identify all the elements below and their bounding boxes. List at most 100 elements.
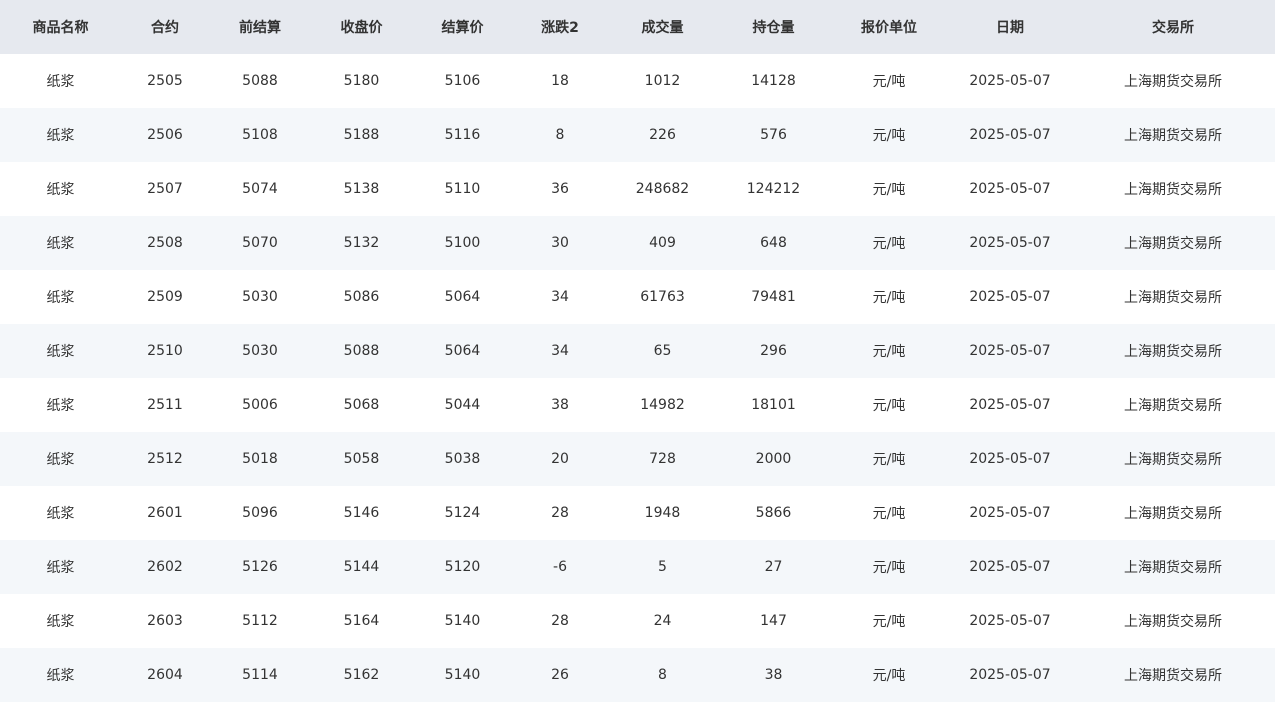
cell-unit: 元/吨 (829, 540, 949, 594)
cell-prev-settle: 5126 (209, 540, 311, 594)
cell-unit: 元/吨 (829, 648, 949, 702)
cell-exchange: 上海期货交易所 (1071, 594, 1275, 648)
cell-close: 5058 (311, 432, 412, 486)
table-row[interactable]: 纸浆 2511 5006 5068 5044 38 14982 18101 元/吨 2025-05… (0, 378, 1275, 432)
cell-change: 38 (513, 378, 607, 432)
cell-unit: 元/吨 (829, 594, 949, 648)
table-row[interactable]: 纸浆 2604 5114 5162 5140 26 8 38 元/吨 2025-05-07 上海期货… (0, 648, 1275, 702)
cell-date: 2025-05-07 (949, 594, 1071, 648)
cell-open-interest: 576 (718, 108, 829, 162)
cell-change: 36 (513, 162, 607, 216)
header-settle[interactable]: 结算价 (412, 0, 513, 54)
cell-date: 2025-05-07 (949, 648, 1071, 702)
cell-volume: 65 (607, 324, 718, 378)
cell-name: 纸浆 (0, 54, 121, 108)
cell-settle: 5110 (412, 162, 513, 216)
cell-settle: 5064 (412, 270, 513, 324)
cell-close: 5132 (311, 216, 412, 270)
table-row[interactable]: 纸浆 2602 5126 5144 5120 -6 5 27 元/吨 2025-05-07 上海期货… (0, 540, 1275, 594)
cell-volume: 8 (607, 648, 718, 702)
table-row[interactable]: 纸浆 2510 5030 5088 5064 34 65 296 元/吨 2025-05-07 上海… (0, 324, 1275, 378)
cell-open-interest: 147 (718, 594, 829, 648)
cell-contract: 2512 (121, 432, 209, 486)
header-contract[interactable]: 合约 (121, 0, 209, 54)
table-row[interactable]: 纸浆 2601 5096 5146 5124 28 1948 5866 元/吨 2025-05-0… (0, 486, 1275, 540)
cell-exchange: 上海期货交易所 (1071, 324, 1275, 378)
cell-unit: 元/吨 (829, 216, 949, 270)
cell-settle: 5140 (412, 594, 513, 648)
cell-settle: 5038 (412, 432, 513, 486)
cell-contract: 2604 (121, 648, 209, 702)
table-header: 商品名称 合约 前结算 收盘价 结算价 涨跌2 成交量 持仓量 报价单位 日期 … (0, 0, 1275, 54)
cell-open-interest: 296 (718, 324, 829, 378)
table-row[interactable]: 纸浆 2505 5088 5180 5106 18 1012 14128 元/吨 2025-05-… (0, 54, 1275, 108)
cell-prev-settle: 5070 (209, 216, 311, 270)
cell-contract: 2603 (121, 594, 209, 648)
cell-prev-settle: 5088 (209, 54, 311, 108)
cell-close: 5180 (311, 54, 412, 108)
futures-quote-table: 商品名称 合约 前结算 收盘价 结算价 涨跌2 成交量 持仓量 报价单位 日期 … (0, 0, 1275, 702)
cell-change: -6 (513, 540, 607, 594)
cell-name: 纸浆 (0, 648, 121, 702)
header-prev-settle[interactable]: 前结算 (209, 0, 311, 54)
header-change[interactable]: 涨跌2 (513, 0, 607, 54)
cell-date: 2025-05-07 (949, 324, 1071, 378)
table-row[interactable]: 纸浆 2507 5074 5138 5110 36 248682 124212 元/吨 2025-… (0, 162, 1275, 216)
cell-prev-settle: 5108 (209, 108, 311, 162)
cell-prev-settle: 5112 (209, 594, 311, 648)
cell-change: 8 (513, 108, 607, 162)
cell-name: 纸浆 (0, 108, 121, 162)
cell-exchange: 上海期货交易所 (1071, 648, 1275, 702)
cell-exchange: 上海期货交易所 (1071, 216, 1275, 270)
cell-open-interest: 27 (718, 540, 829, 594)
cell-volume: 248682 (607, 162, 718, 216)
cell-change: 30 (513, 216, 607, 270)
cell-close: 5138 (311, 162, 412, 216)
table-row[interactable]: 纸浆 2603 5112 5164 5140 28 24 147 元/吨 2025-05-07 上海… (0, 594, 1275, 648)
cell-prev-settle: 5114 (209, 648, 311, 702)
table-row[interactable]: 纸浆 2509 5030 5086 5064 34 61763 79481 元/吨 2025-05… (0, 270, 1275, 324)
cell-prev-settle: 5074 (209, 162, 311, 216)
cell-open-interest: 124212 (718, 162, 829, 216)
header-unit[interactable]: 报价单位 (829, 0, 949, 54)
cell-contract: 2601 (121, 486, 209, 540)
cell-close: 5068 (311, 378, 412, 432)
cell-change: 18 (513, 54, 607, 108)
cell-exchange: 上海期货交易所 (1071, 486, 1275, 540)
cell-prev-settle: 5018 (209, 432, 311, 486)
cell-exchange: 上海期货交易所 (1071, 540, 1275, 594)
table-row[interactable]: 纸浆 2512 5018 5058 5038 20 728 2000 元/吨 2025-05-07… (0, 432, 1275, 486)
cell-exchange: 上海期货交易所 (1071, 54, 1275, 108)
header-date[interactable]: 日期 (949, 0, 1071, 54)
cell-date: 2025-05-07 (949, 432, 1071, 486)
cell-unit: 元/吨 (829, 54, 949, 108)
cell-volume: 14982 (607, 378, 718, 432)
cell-prev-settle: 5030 (209, 324, 311, 378)
cell-prev-settle: 5030 (209, 270, 311, 324)
header-open-interest[interactable]: 持仓量 (718, 0, 829, 54)
cell-open-interest: 18101 (718, 378, 829, 432)
cell-settle: 5044 (412, 378, 513, 432)
cell-contract: 2505 (121, 54, 209, 108)
table-row[interactable]: 纸浆 2506 5108 5188 5116 8 226 576 元/吨 2025-05-07 上海… (0, 108, 1275, 162)
header-volume[interactable]: 成交量 (607, 0, 718, 54)
cell-volume: 728 (607, 432, 718, 486)
cell-change: 20 (513, 432, 607, 486)
cell-volume: 1012 (607, 54, 718, 108)
header-close[interactable]: 收盘价 (311, 0, 412, 54)
cell-close: 5088 (311, 324, 412, 378)
cell-open-interest: 648 (718, 216, 829, 270)
header-name[interactable]: 商品名称 (0, 0, 121, 54)
cell-name: 纸浆 (0, 486, 121, 540)
cell-date: 2025-05-07 (949, 108, 1071, 162)
cell-close: 5162 (311, 648, 412, 702)
cell-prev-settle: 5006 (209, 378, 311, 432)
cell-name: 纸浆 (0, 594, 121, 648)
cell-contract: 2511 (121, 378, 209, 432)
cell-name: 纸浆 (0, 378, 121, 432)
header-exchange[interactable]: 交易所 (1071, 0, 1275, 54)
cell-unit: 元/吨 (829, 432, 949, 486)
cell-volume: 226 (607, 108, 718, 162)
cell-change: 28 (513, 486, 607, 540)
table-row[interactable]: 纸浆 2508 5070 5132 5100 30 409 648 元/吨 2025-05-07 上… (0, 216, 1275, 270)
